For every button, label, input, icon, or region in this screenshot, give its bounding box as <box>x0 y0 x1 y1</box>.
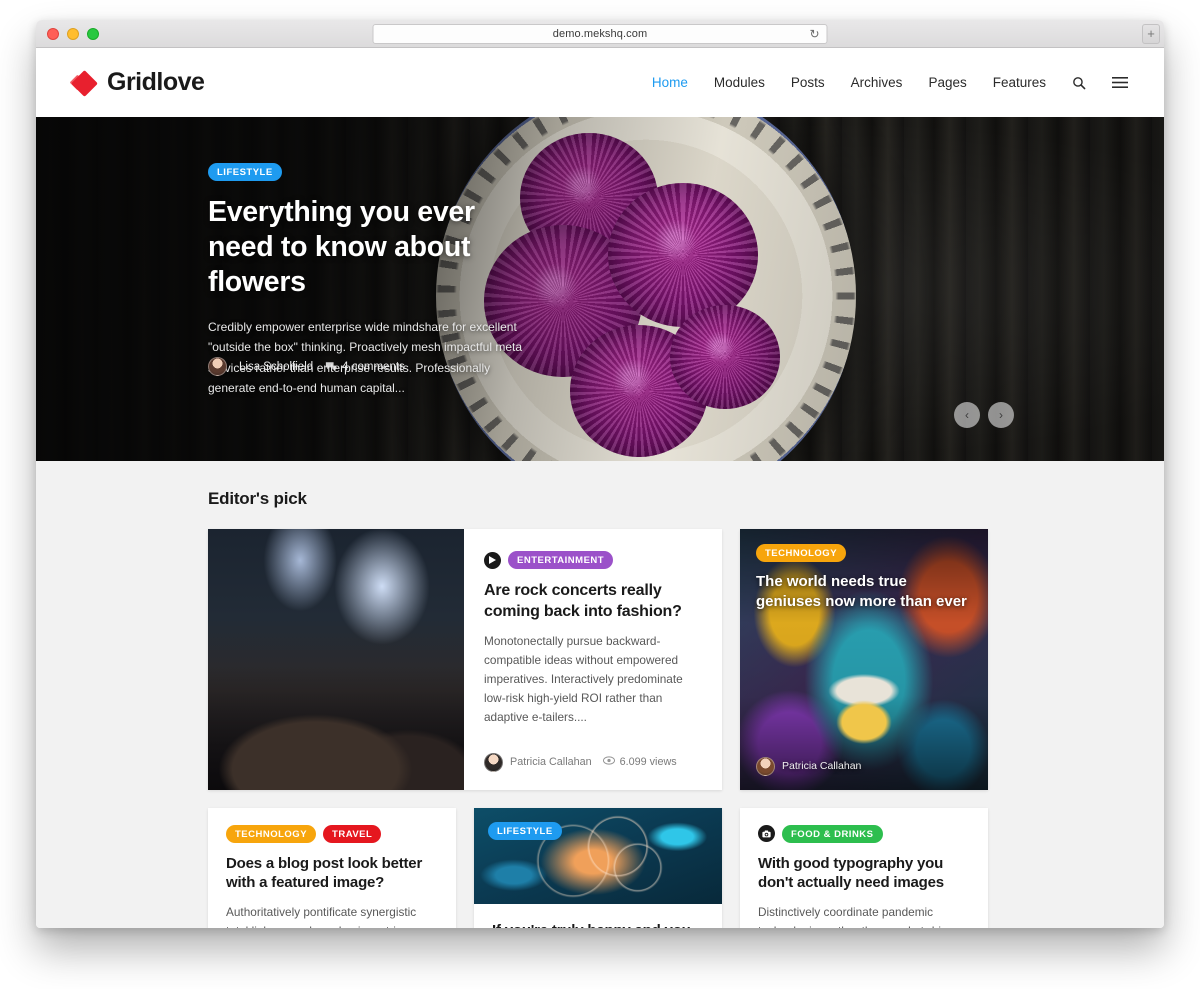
hero-author[interactable]: Lisa Scholfield <box>239 361 313 373</box>
nav-item-home[interactable]: Home <box>652 75 688 90</box>
hero-comments[interactable]: 4 comments <box>325 361 405 373</box>
editors-pick-section: Editor's pick ENTERTAINMENT Are rock con… <box>36 461 1164 928</box>
address-bar[interactable]: demo.mekshq.com ↻ <box>372 24 828 44</box>
post-views-count: 6.099 views <box>619 756 677 769</box>
post-meta: Patricia Callahan <box>756 756 972 776</box>
post-views: 6.099 views <box>602 756 677 769</box>
maximize-window-button[interactable] <box>87 27 99 40</box>
hero-comment-count: 4 comments <box>342 360 405 373</box>
hero-category-badge[interactable]: LIFESTYLE <box>208 163 282 181</box>
category-badge-travel[interactable]: TRAVEL <box>323 824 382 843</box>
hero-slider-controls: ‹ › <box>954 402 1014 428</box>
slider-prev-button[interactable]: ‹ <box>954 402 980 428</box>
reload-icon[interactable]: ↻ <box>809 28 819 40</box>
nav-item-modules[interactable]: Modules <box>714 75 765 90</box>
nav-item-archives[interactable]: Archives <box>851 75 903 90</box>
new-tab-button[interactable]: + <box>1142 24 1160 44</box>
hero-title[interactable]: Everything you ever need to know about f… <box>208 195 538 299</box>
page-viewport: Gridlove Home Modules Posts Archives Pag… <box>36 48 1164 928</box>
post-thumbnail-concert[interactable] <box>208 529 464 790</box>
nav-item-posts[interactable]: Posts <box>791 75 825 90</box>
site-header: Gridlove Home Modules Posts Archives Pag… <box>36 48 1164 117</box>
post-card-featured-image[interactable]: TECHNOLOGY TRAVEL Does a blog post look … <box>208 807 456 928</box>
category-badge-technology[interactable]: TECHNOLOGY <box>226 824 317 843</box>
post-card-true-geniuses[interactable]: TECHNOLOGY The world needs true geniuses… <box>740 529 988 790</box>
post-title[interactable]: Are rock concerts really coming back int… <box>484 580 698 622</box>
avatar <box>208 357 227 376</box>
window-traffic-lights <box>47 27 99 40</box>
minimize-window-button[interactable] <box>67 27 79 40</box>
logo-text: Gridlove <box>107 68 205 96</box>
category-badge-technology[interactable]: TECHNOLOGY <box>756 544 847 562</box>
post-grid: ENTERTAINMENT Are rock concerts really c… <box>208 529 992 928</box>
post-title[interactable]: If you're truly happy and you know it le… <box>492 921 704 928</box>
post-card-good-typography[interactable]: FOOD & DRINKS With good typography you d… <box>740 807 988 928</box>
site-logo[interactable]: Gridlove <box>69 68 205 97</box>
category-badge-entertainment[interactable]: ENTERTAINMENT <box>508 551 614 569</box>
eye-icon <box>602 756 615 768</box>
post-excerpt: Authoritatively pontificate synergistic … <box>226 905 417 928</box>
post-meta: Patricia Callahan 6.099 views <box>484 727 698 772</box>
browser-window: demo.mekshq.com ↻ + Gridlove Home Module… <box>36 20 1164 928</box>
url-text: demo.mekshq.com <box>552 28 648 40</box>
post-title[interactable]: Does a blog post look better with a feat… <box>226 854 438 894</box>
post-author[interactable]: Patricia Callahan <box>510 756 592 768</box>
nav-item-features[interactable]: Features <box>993 75 1046 90</box>
comment-icon <box>325 361 337 373</box>
diamond-logo-icon <box>69 69 98 97</box>
play-icon <box>484 551 501 569</box>
search-icon[interactable] <box>1072 76 1086 90</box>
avatar <box>756 756 775 776</box>
category-badge-lifestyle[interactable]: LIFESTYLE <box>488 821 562 840</box>
hamburger-menu-icon[interactable] <box>1112 76 1128 89</box>
post-author[interactable]: Patricia Callahan <box>782 760 861 772</box>
post-title[interactable]: The world needs true geniuses now more t… <box>756 572 972 612</box>
hero-slider: LIFESTYLE Everything you ever need to kn… <box>36 117 1164 461</box>
post-excerpt: Distinctively coordinate pandemic techno… <box>758 905 960 928</box>
main-navigation: Home Modules Posts Archives Pages Featur… <box>652 75 1128 90</box>
post-title[interactable]: With good typography you don't actually … <box>758 854 970 894</box>
avatar <box>484 752 503 772</box>
post-card-truly-happy[interactable]: LIFESTYLE If you're truly happy and you … <box>474 807 722 928</box>
post-excerpt: Monotonectally pursue backward-compatibl… <box>484 634 683 724</box>
post-card-rock-concerts[interactable]: ENTERTAINMENT Are rock concerts really c… <box>208 529 722 790</box>
browser-titlebar: demo.mekshq.com ↻ + <box>36 20 1164 48</box>
hero-meta: Lisa Scholfield 4 comments <box>208 357 405 376</box>
section-title: Editor's pick <box>208 489 307 508</box>
slider-next-button[interactable]: › <box>988 402 1014 428</box>
post-thumbnail-fireworks[interactable]: LIFESTYLE <box>474 807 722 904</box>
category-badge-food-and-drinks[interactable]: FOOD & DRINKS <box>782 824 883 843</box>
camera-icon <box>758 825 775 843</box>
nav-item-pages[interactable]: Pages <box>928 75 966 90</box>
close-window-button[interactable] <box>47 27 59 40</box>
